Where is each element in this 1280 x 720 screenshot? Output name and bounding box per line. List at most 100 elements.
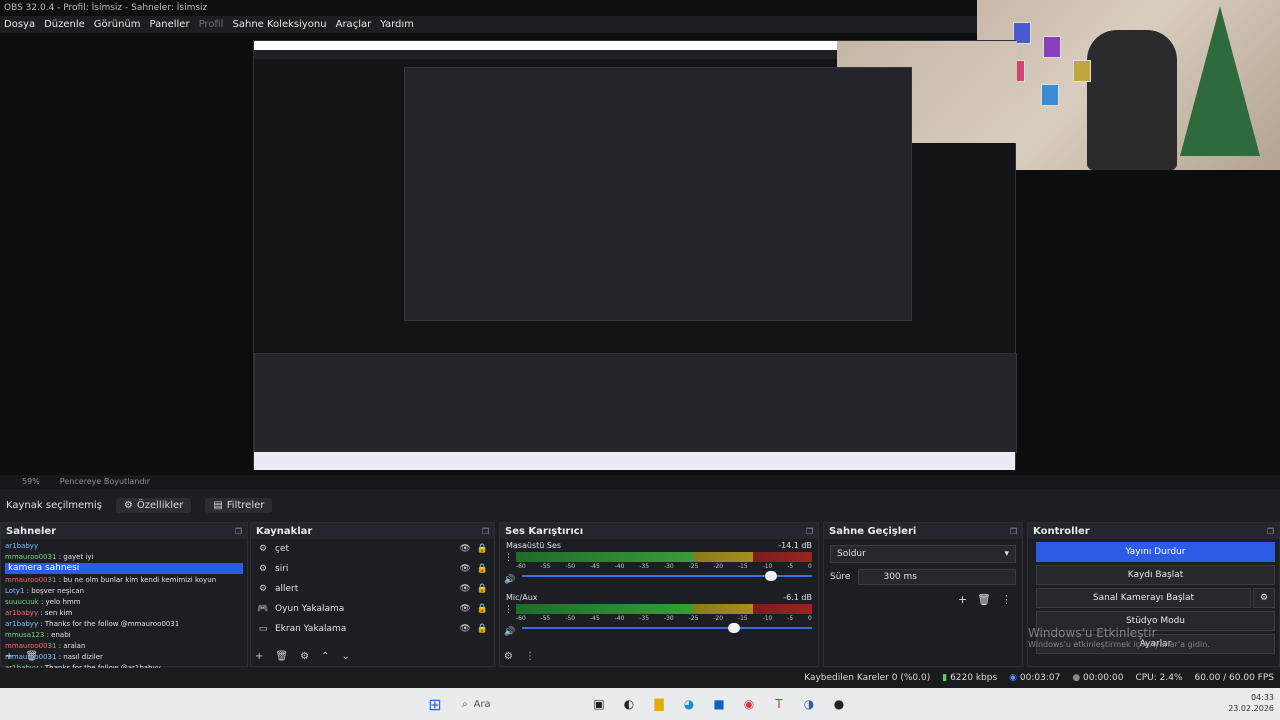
virtual-camera-settings-icon[interactable]: ⚙ (1253, 588, 1275, 608)
slider-knob[interactable] (727, 623, 740, 633)
mixer-settings-icon[interactable]: ⚙ (504, 651, 513, 662)
chat-message: mmauroo0031 : bu ne olm bunlar kim kendi… (5, 575, 243, 586)
duration-input[interactable]: 300 ms (858, 569, 1016, 585)
channel-menu-icon[interactable]: ⋮ (504, 553, 513, 563)
virtual-camera-button[interactable]: Sanal Kamerayı Başlat (1036, 588, 1251, 608)
add-transition-icon[interactable]: + (958, 593, 967, 606)
clock-date[interactable]: 23.02.2026 (1228, 703, 1274, 714)
add-source-icon[interactable]: + (255, 651, 263, 662)
transition-select[interactable]: Soldur ▾ (830, 545, 1016, 563)
scale-mode[interactable]: Pencereye Boyutlandır (60, 477, 150, 487)
source-item[interactable]: ⚙ siri 👁 🔒 (251, 559, 494, 579)
bitrate-value: 6220 kbps (950, 673, 998, 683)
signal-icon: ▮ (942, 673, 948, 683)
poster-image (1043, 36, 1061, 58)
menu-edit[interactable]: Düzenle (44, 19, 85, 30)
source-item[interactable]: 🎮 Oyun Yakalama 👁 🔒 (251, 599, 494, 619)
selected-scene[interactable]: kamera sahnesi (5, 563, 243, 574)
remove-transition-icon[interactable]: 🗑 (977, 593, 991, 606)
volume-slider[interactable] (522, 571, 812, 581)
audio-mixer-dock: Ses Karıştırıcı ❐ Masaüstü Ses -14.1 dB -60… (499, 522, 819, 667)
zoom-level[interactable]: 59% (22, 477, 40, 487)
source-icon: ⚙ (258, 544, 268, 554)
chat-message: mmusa123 : enabi (5, 630, 243, 641)
obs-icon[interactable]: ● (829, 694, 849, 714)
tick-label: -25 (688, 615, 699, 622)
lock-icon[interactable]: 🔒 (477, 544, 488, 554)
tick-label: -35 (639, 563, 650, 570)
scenes-footer: + 🗑 (5, 651, 38, 662)
chat-text: : yelo hmm (38, 598, 81, 606)
transition-more-icon[interactable]: ⋮ (1001, 593, 1012, 606)
undock-icon[interactable]: ❐ (482, 527, 489, 536)
undock-icon[interactable]: ❐ (1267, 527, 1274, 536)
task-view-icon[interactable]: ▣ (589, 694, 609, 714)
volume-slider[interactable] (522, 623, 812, 633)
edge-icon[interactable]: ◕ (679, 694, 699, 714)
eye-icon[interactable]: 👁 (459, 544, 470, 554)
undock-icon[interactable]: ❐ (1010, 527, 1017, 536)
steam-icon[interactable]: ◑ (799, 694, 819, 714)
eye-icon[interactable]: 👁 (459, 584, 470, 594)
menu-scene-collection[interactable]: Sahne Koleksiyonu (233, 19, 327, 30)
source-item[interactable]: ⚙ çet 👁 🔒 (251, 539, 494, 559)
slider-knob[interactable] (765, 571, 778, 581)
add-scene-icon[interactable]: + (5, 651, 13, 662)
meter-ticks: -60 -55 -50 -45 -40 -35 -30 -25 -20 -15 -10 -5 0 (516, 615, 812, 622)
sources-footer: + 🗑 ⚙ ⌃ ⌄ (255, 651, 350, 662)
taskbar-search[interactable]: ⌕ Ara (454, 692, 584, 716)
lock-icon[interactable]: 🔒 (477, 564, 488, 574)
tick-label: -5 (787, 615, 794, 622)
menu-profile[interactable]: Profil (199, 19, 224, 30)
eye-icon[interactable]: 👁 (459, 604, 470, 614)
lock-icon[interactable]: 🔒 (477, 604, 488, 614)
channel-menu-icon[interactable]: ⋮ (504, 605, 513, 615)
clock-time[interactable]: 04:33 (1228, 692, 1274, 703)
filters-button[interactable]: ▤ Filtreler (205, 497, 273, 513)
gaming-chair-image (1087, 30, 1177, 170)
sources-dock-header: Kaynaklar ❐ (251, 523, 494, 539)
stream-time: ◉ 00:03:07 (1009, 673, 1060, 683)
source-item[interactable]: ▭ Ekran Yakalama 👁 🔒 (251, 619, 494, 639)
remove-scene-icon[interactable]: 🗑 (25, 651, 38, 662)
move-down-icon[interactable]: ⌄ (341, 651, 349, 662)
text-app-icon[interactable]: T (769, 694, 789, 714)
source-item[interactable]: ⚙ allert 👁 🔒 (251, 579, 494, 599)
scenes-dock-header: Sahneler ❐ (1, 523, 247, 539)
stream-icon: ◉ (1009, 673, 1018, 683)
properties-button[interactable]: ⚙ Özellikler (115, 497, 192, 513)
stop-stream-button[interactable]: Yayını Durdur (1036, 542, 1275, 562)
lock-icon[interactable]: 🔒 (477, 624, 488, 634)
store-icon[interactable]: ■ (709, 694, 729, 714)
remove-source-icon[interactable]: 🗑 (275, 651, 288, 662)
menu-help[interactable]: Yardım (380, 19, 414, 30)
mixer-more-icon[interactable]: ⋮ (525, 651, 535, 662)
source-settings-icon[interactable]: ⚙ (300, 651, 309, 662)
system-tray: 04:33 23.02.2026 (1228, 692, 1274, 714)
copilot-icon[interactable]: ◐ (619, 694, 639, 714)
speaker-icon[interactable]: 🔊 (504, 627, 515, 637)
lock-icon[interactable]: 🔒 (477, 584, 488, 594)
chrome-icon[interactable]: ◉ (739, 694, 759, 714)
file-explorer-icon[interactable]: ▇ (649, 694, 669, 714)
start-recording-button[interactable]: Kaydı Başlat (1036, 565, 1275, 585)
menu-tools[interactable]: Araçlar (336, 19, 372, 30)
menu-docks[interactable]: Paneller (150, 19, 190, 30)
undock-icon[interactable]: ❐ (806, 527, 813, 536)
undock-icon[interactable]: ❐ (235, 527, 242, 536)
chat-message: ar1babyy (5, 541, 243, 552)
chat-username: mmauroo0031 (5, 642, 57, 650)
scenes-title: Sahneler (6, 525, 57, 537)
windows-start-icon[interactable]: ⊞ (425, 694, 445, 714)
menu-view[interactable]: Görünüm (94, 19, 141, 30)
menu-file[interactable]: Dosya (4, 19, 35, 30)
stream-time-value: 00:03:07 (1019, 673, 1061, 683)
move-up-icon[interactable]: ⌃ (321, 651, 329, 662)
eye-icon[interactable]: 👁 (459, 564, 470, 574)
source-label: siri (275, 564, 289, 574)
tick-label: -15 (737, 563, 748, 570)
eye-icon[interactable]: 👁 (459, 624, 470, 634)
nested-obs-capture (253, 40, 1017, 470)
duration-label: Süre (830, 572, 851, 582)
speaker-icon[interactable]: 🔊 (504, 575, 515, 585)
